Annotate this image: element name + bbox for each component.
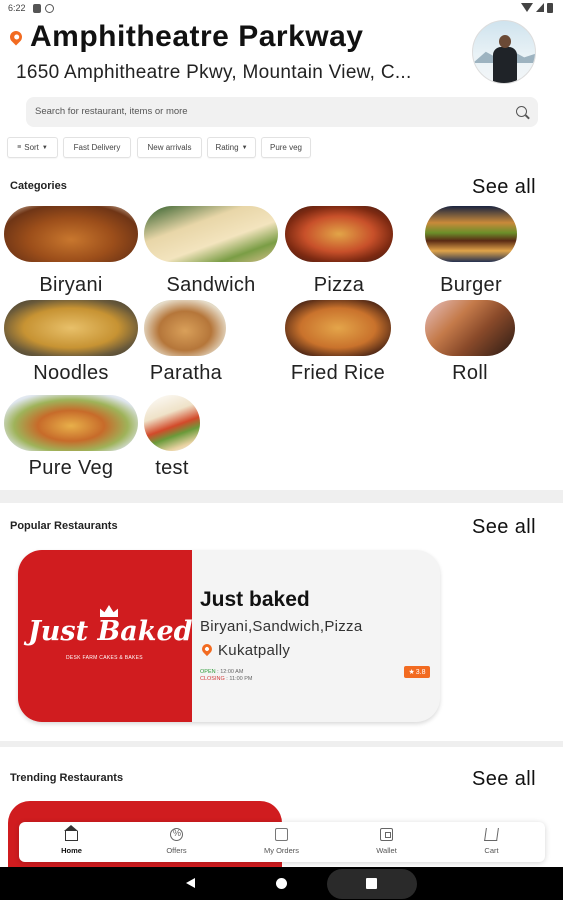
wallet-icon	[380, 828, 393, 841]
search-icon[interactable]	[516, 106, 527, 117]
restaurant-location: Kukatpally	[218, 642, 291, 659]
location-address[interactable]: 1650 Amphitheatre Pkwy, Mountain View, C…	[16, 62, 456, 84]
cart-icon	[484, 828, 499, 841]
category-image	[425, 206, 517, 262]
category-image	[285, 206, 393, 262]
popular-see-all[interactable]: See all	[472, 516, 536, 539]
nav-offers[interactable]: Offers	[124, 822, 229, 862]
status-bar: 6:22	[0, 0, 563, 18]
offers-icon	[170, 828, 183, 841]
orders-icon	[275, 828, 288, 841]
back-icon[interactable]	[186, 878, 195, 888]
nav-my-orders[interactable]: My Orders	[229, 822, 334, 862]
restaurant-cuisines: Biryani,Sandwich,Pizza	[200, 618, 363, 635]
search-bar[interactable]: Search for restaurant, items or more	[26, 97, 538, 127]
category-image	[4, 395, 138, 451]
fast-delivery-chip[interactable]: Fast Delivery	[63, 137, 131, 158]
star-icon: ★	[408, 669, 415, 676]
signal-icon	[536, 3, 544, 12]
restaurant-logo: Just Baked DESK FARM CAKES & BAKES	[18, 550, 193, 722]
rating-badge: ★ 3.8	[404, 666, 430, 678]
home-button-icon[interactable]	[276, 878, 287, 889]
section-divider	[0, 741, 563, 747]
pure-veg-chip[interactable]: Pure veg	[261, 137, 311, 158]
location-pin-icon	[199, 641, 215, 657]
profile-avatar[interactable]	[472, 20, 536, 84]
category-image	[144, 300, 226, 356]
sync-icon	[45, 4, 54, 13]
category-image	[285, 300, 391, 356]
chevron-down-icon: ▼	[241, 144, 248, 151]
new-arrivals-chip[interactable]: New arrivals	[137, 137, 202, 158]
category-image	[4, 206, 138, 262]
filter-chips: ≡ Sort ▼ Fast Delivery New arrivals Rati…	[0, 137, 563, 159]
categories-title: Categories	[10, 180, 67, 192]
category-image	[144, 395, 200, 451]
opening-time: OPEN : 12:00 AM	[200, 669, 244, 675]
nav-home[interactable]: Home	[19, 822, 124, 862]
sort-chip[interactable]: ≡ Sort ▼	[7, 137, 58, 158]
section-divider	[0, 490, 563, 503]
popular-restaurants-title: Popular Restaurants	[10, 520, 118, 532]
system-navigation-bar	[0, 867, 563, 900]
wifi-icon	[521, 3, 533, 12]
sort-icon: ≡	[17, 144, 22, 151]
trending-see-all[interactable]: See all	[472, 768, 536, 791]
restaurant-name: Just baked	[200, 588, 310, 611]
trending-restaurants-title: Trending Restaurants	[10, 772, 124, 784]
rating-chip[interactable]: Rating ▼	[207, 137, 256, 158]
nav-wallet[interactable]: Wallet	[334, 822, 439, 862]
bottom-navigation: Home Offers My Orders Wallet Cart	[19, 822, 545, 862]
category-image	[144, 206, 278, 262]
search-input[interactable]: Search for restaurant, items or more	[35, 106, 188, 117]
recents-icon[interactable]	[366, 878, 377, 889]
home-icon	[64, 825, 78, 841]
closing-time: CLOSING : 11:00 PM	[200, 676, 253, 682]
battery-icon	[547, 3, 553, 13]
location-title[interactable]: Amphitheatre Parkway	[30, 20, 363, 54]
status-time: 6:22	[8, 3, 26, 13]
nav-cart[interactable]: Cart	[439, 822, 544, 862]
chevron-down-icon: ▼	[41, 144, 48, 151]
restaurant-card[interactable]: Just Baked DESK FARM CAKES & BAKES Just …	[18, 550, 440, 722]
location-pin-icon	[7, 28, 25, 46]
category-image	[425, 300, 515, 356]
category-image	[4, 300, 138, 356]
notification-icon	[33, 4, 41, 13]
categories-see-all[interactable]: See all	[472, 176, 536, 199]
